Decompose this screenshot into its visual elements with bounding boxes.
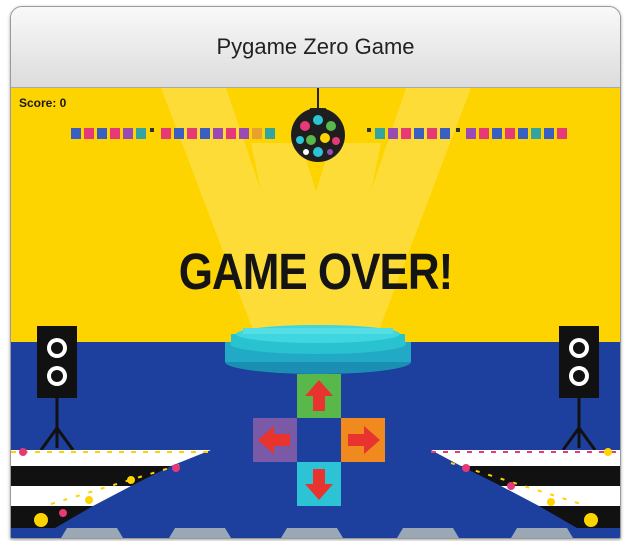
tile-center [297,418,341,462]
game-canvas[interactable]: Score: 0 GAME OVER! [11,88,620,538]
score-label: Score: 0 [19,96,67,110]
window-title: Pygame Zero Game [216,34,415,59]
dance-floor-scene [11,88,620,538]
game-window: Pygame Zero Game Score: 0 GAME OVER! [10,6,621,539]
title-bar: Pygame Zero Game [11,7,620,88]
game-over-message: GAME OVER! [178,244,454,301]
stage-platform [225,325,411,374]
audience-right [367,128,567,139]
